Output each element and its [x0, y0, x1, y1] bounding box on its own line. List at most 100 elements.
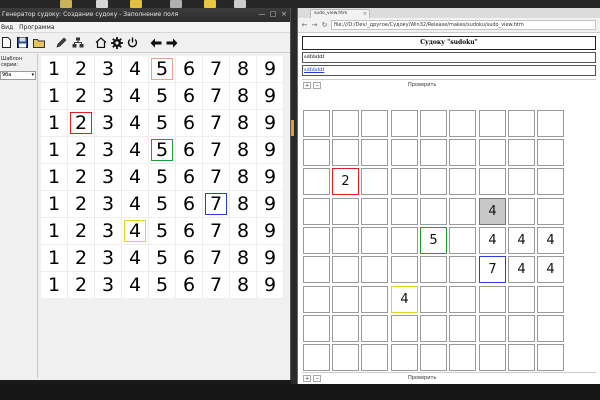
grid-cell[interactable]	[537, 286, 564, 313]
grid-cell[interactable]	[303, 198, 330, 225]
grid-cell[interactable]: 1	[41, 83, 68, 110]
grid-cell[interactable]	[391, 344, 418, 371]
grid-cell[interactable]: 6	[176, 137, 203, 164]
grid-cell[interactable]	[537, 110, 564, 137]
grid-cell[interactable]	[303, 227, 330, 254]
grid-cell[interactable]	[449, 198, 476, 225]
arrow-left-icon[interactable]	[149, 36, 162, 49]
grid-cell[interactable]: 3	[95, 191, 122, 218]
back-icon[interactable]: ←	[301, 21, 308, 29]
gear-icon[interactable]	[110, 36, 123, 49]
menu-item-view[interactable]: Вид	[1, 22, 13, 32]
grid-cell[interactable]: 1	[41, 110, 68, 137]
grid-cell[interactable]: 2	[68, 272, 95, 299]
grid-cell[interactable]: 5	[149, 137, 176, 164]
grid-cell[interactable]	[479, 315, 506, 342]
grid-cell[interactable]	[391, 256, 418, 283]
grid-cell[interactable]: 6	[176, 272, 203, 299]
grid-cell[interactable]: 8	[230, 56, 257, 83]
grid-cell[interactable]	[508, 168, 535, 195]
grid-cell[interactable]: 3	[95, 83, 122, 110]
grid-cell[interactable]	[361, 315, 388, 342]
grid-cell[interactable]: 7	[203, 137, 230, 164]
grid-cell[interactable]: 4	[122, 164, 149, 191]
grid-cell[interactable]: 3	[95, 110, 122, 137]
maximize-icon[interactable]: □	[269, 10, 277, 18]
grid-cell[interactable]	[391, 110, 418, 137]
grid-cell[interactable]: 5	[149, 83, 176, 110]
grid-cell[interactable]: 4	[479, 227, 506, 254]
grid-cell[interactable]	[508, 198, 535, 225]
grid-cell[interactable]	[508, 110, 535, 137]
grid-cell[interactable]: 2	[332, 168, 359, 195]
grid-cell[interactable]	[391, 227, 418, 254]
tree-icon[interactable]	[71, 36, 84, 49]
grid-cell[interactable]	[361, 286, 388, 313]
grid-cell[interactable]: 9	[257, 56, 284, 83]
grid-cell[interactable]	[361, 344, 388, 371]
grid-cell[interactable]	[479, 139, 506, 166]
grid-cell[interactable]: 6	[176, 56, 203, 83]
grid-cell[interactable]	[332, 315, 359, 342]
grid-cell[interactable]: 9	[257, 110, 284, 137]
grid-cell[interactable]	[361, 227, 388, 254]
grid-cell[interactable]	[361, 110, 388, 137]
grid-cell[interactable]: 2	[68, 110, 95, 137]
grid-cell[interactable]	[303, 168, 330, 195]
browser-tab[interactable]: sudo_view.htm ×	[310, 9, 370, 18]
grid-cell[interactable]	[361, 198, 388, 225]
grid-cell[interactable]: 4	[122, 191, 149, 218]
grid-cell[interactable]	[391, 168, 418, 195]
check-button[interactable]: Проверить	[408, 80, 436, 91]
grid-cell[interactable]: 8	[230, 83, 257, 110]
grid-cell[interactable]	[420, 168, 447, 195]
power-icon[interactable]	[126, 36, 139, 49]
grid-cell[interactable]: 1	[41, 245, 68, 272]
tab-close-icon[interactable]: ×	[363, 10, 367, 18]
grid-cell[interactable]: 3	[95, 245, 122, 272]
grid-cell[interactable]	[303, 344, 330, 371]
plus-button[interactable]: +	[303, 375, 312, 382]
grid-cell[interactable]	[420, 139, 447, 166]
grid-cell[interactable]	[508, 286, 535, 313]
series-template-select[interactable]: 9ба ▾	[0, 71, 36, 80]
grid-cell[interactable]: 6	[176, 110, 203, 137]
grid-cell[interactable]	[449, 227, 476, 254]
arrow-right-icon[interactable]	[165, 36, 178, 49]
grid-cell[interactable]: 4	[537, 227, 564, 254]
close-icon[interactable]: ×	[280, 10, 288, 18]
grid-cell[interactable]: 1	[41, 137, 68, 164]
grid-cell[interactable]	[303, 256, 330, 283]
grid-cell[interactable]	[391, 139, 418, 166]
grid-cell[interactable]: 4	[122, 83, 149, 110]
grid-cell[interactable]	[449, 139, 476, 166]
grid-cell[interactable]	[361, 168, 388, 195]
grid-cell[interactable]	[479, 110, 506, 137]
grid-cell[interactable]: 2	[68, 245, 95, 272]
grid-cell[interactable]: 4	[508, 227, 535, 254]
grid-cell[interactable]: 5	[149, 56, 176, 83]
grid-cell[interactable]: 3	[95, 272, 122, 299]
desktop-icon[interactable]	[170, 0, 182, 8]
grid-cell[interactable]: 9	[257, 218, 284, 245]
grid-cell[interactable]	[420, 198, 447, 225]
grid-cell[interactable]	[479, 286, 506, 313]
grid-cell[interactable]	[332, 256, 359, 283]
grid-cell[interactable]	[391, 315, 418, 342]
grid-cell[interactable]	[449, 256, 476, 283]
minimize-icon[interactable]: —	[258, 10, 266, 18]
grid-cell[interactable]	[332, 227, 359, 254]
grid-cell[interactable]: 2	[68, 191, 95, 218]
grid-cell[interactable]	[420, 110, 447, 137]
grid-cell[interactable]: 4	[479, 198, 506, 225]
grid-cell[interactable]: 3	[95, 164, 122, 191]
grid-cell[interactable]: 2	[68, 137, 95, 164]
grid-cell[interactable]: 9	[257, 272, 284, 299]
grid-cell[interactable]	[449, 168, 476, 195]
grid-cell[interactable]	[479, 344, 506, 371]
grid-cell[interactable]	[508, 139, 535, 166]
grid-cell[interactable]: 5	[149, 191, 176, 218]
grid-cell[interactable]: 4	[122, 272, 149, 299]
grid-cell[interactable]: 5	[420, 227, 447, 254]
grid-cell[interactable]: 1	[41, 272, 68, 299]
